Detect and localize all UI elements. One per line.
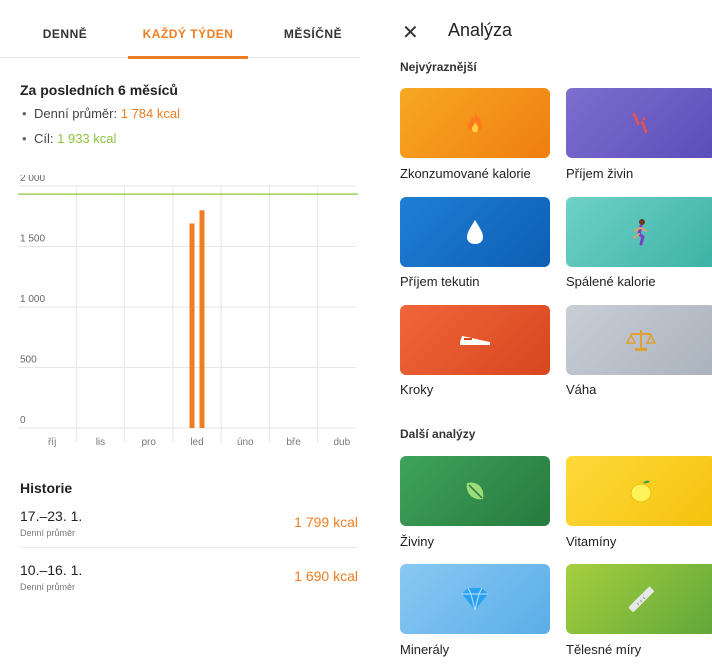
y-tick-label: 0 — [20, 415, 26, 426]
card-label: Spálené kalorie — [566, 274, 656, 289]
close-icon[interactable]: ✕ — [402, 20, 419, 45]
card-consumed-calories[interactable] — [400, 88, 550, 158]
card-label: Vitamíny — [566, 534, 617, 549]
card-label: Tělesné míry — [566, 642, 642, 657]
chart-bar — [189, 223, 195, 428]
tab-daily[interactable]: DENNĚ — [20, 10, 110, 58]
history-row[interactable]: 17.–23. 1. Denní průměr 1 799 kcal — [20, 506, 358, 548]
x-tick-label: lis — [96, 437, 105, 448]
history-date: 17.–23. 1. — [20, 508, 83, 524]
card-body-measurements[interactable] — [566, 564, 712, 634]
summary-title: Za posledních 6 měsíců — [20, 82, 178, 98]
y-tick-label: 2 000 — [20, 175, 45, 184]
diamond-icon — [400, 564, 550, 634]
card-minerals[interactable] — [400, 564, 550, 634]
y-tick-label: 500 — [20, 355, 37, 366]
leaf-icon — [400, 456, 550, 526]
history-row[interactable]: 10.–16. 1. Denní průměr 1 690 kcal — [20, 560, 358, 602]
lemon-icon — [566, 456, 712, 526]
card-nutrient-intake[interactable] — [566, 88, 712, 158]
section-more-label: Další analýzy — [400, 427, 476, 441]
card-label: Zkonzumované kalorie — [400, 166, 531, 181]
daily-average-label: Denní průměr: — [34, 106, 118, 121]
analysis-panel: ✕ Analýza Nejvýraznější Zkonzumované kal… — [384, 0, 712, 672]
chart-bar — [199, 210, 205, 428]
bullet-dot: • — [22, 131, 27, 146]
shoe-icon — [400, 305, 550, 375]
x-tick-label: led — [190, 437, 203, 448]
section-highlights-label: Nejvýraznější — [400, 60, 477, 74]
card-label: Příjem tekutin — [400, 274, 480, 289]
history-value: 1 690 kcal — [294, 568, 358, 584]
card-label: Příjem živin — [566, 166, 634, 181]
weekly-report-panel: DENNĚ KAŽDÝ TÝDEN MĚSÍČNĚ Za posledních … — [0, 0, 370, 672]
x-tick-label: úno — [237, 437, 254, 448]
card-weight[interactable] — [566, 305, 712, 375]
water-drop-icon — [400, 197, 550, 267]
x-tick-label: bře — [286, 437, 301, 448]
scale-icon — [566, 305, 712, 375]
goal-line: • Cíl: 1 933 kcal — [22, 131, 116, 146]
y-tick-label: 1 000 — [20, 294, 45, 305]
analysis-title: Analýza — [448, 20, 513, 40]
history-subtitle: Denní průměr — [20, 528, 76, 538]
x-tick-label: dub — [334, 437, 351, 448]
x-tick-label: říj — [48, 437, 56, 448]
ruler-icon — [566, 564, 712, 634]
y-tick-label: 1 500 — [20, 234, 45, 245]
goal-label: Cíl: — [34, 131, 54, 146]
card-vitamins[interactable] — [566, 456, 712, 526]
runner-icon — [566, 197, 712, 267]
nutrients-icon — [566, 88, 712, 158]
card-label: Minerály — [400, 642, 450, 657]
history-value: 1 799 kcal — [294, 514, 358, 530]
card-label: Živiny — [400, 534, 434, 549]
active-tab-indicator — [128, 56, 248, 59]
card-fluid-intake[interactable] — [400, 197, 550, 267]
goal-value: 1 933 kcal — [57, 131, 117, 146]
x-tick-label: pro — [141, 437, 156, 448]
calorie-bar-chart: 2 000 1 500 1 000 500 0 říj lis pro led úno bře dub — [18, 175, 360, 455]
card-burned-calories[interactable] — [566, 197, 712, 267]
daily-average-value: 1 784 kcal — [120, 106, 180, 121]
tab-monthly[interactable]: MĚSÍČNĚ — [268, 10, 358, 58]
history-subtitle: Denní průměr — [20, 582, 76, 592]
history-title: Historie — [20, 480, 73, 496]
history-date: 10.–16. 1. — [20, 562, 83, 578]
card-nutrients[interactable] — [400, 456, 550, 526]
period-tabs: DENNĚ KAŽDÝ TÝDEN MĚSÍČNĚ — [0, 10, 360, 59]
card-steps[interactable] — [400, 305, 550, 375]
bullet-dot: • — [22, 106, 27, 121]
card-label: Kroky — [400, 382, 434, 397]
card-label: Váha — [566, 382, 597, 397]
flame-icon — [400, 88, 550, 158]
tab-weekly[interactable]: KAŽDÝ TÝDEN — [128, 10, 248, 58]
daily-average-line: • Denní průměr: 1 784 kcal — [22, 106, 180, 121]
